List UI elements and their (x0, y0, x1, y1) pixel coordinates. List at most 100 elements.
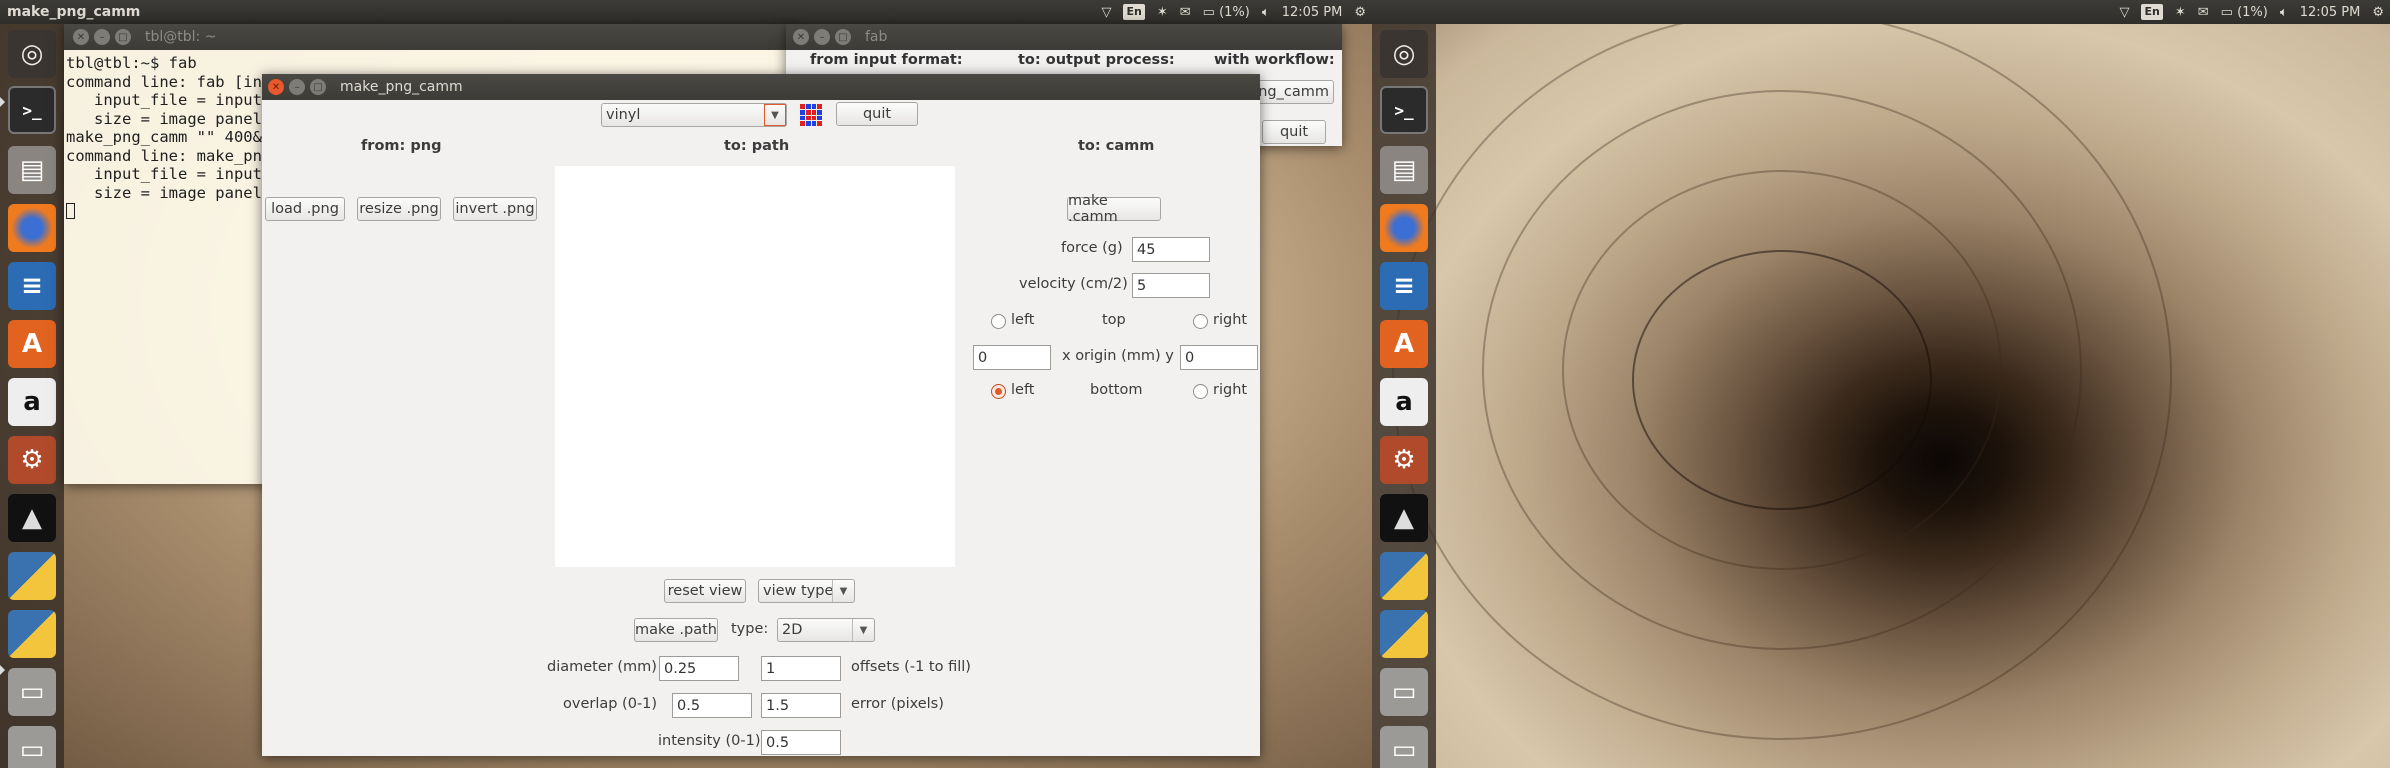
minimize-icon[interactable]: – (94, 29, 110, 45)
python-icon[interactable] (1380, 552, 1428, 600)
top-left-radio[interactable] (991, 314, 1006, 329)
invert-png-button[interactable]: invert .png (453, 197, 537, 221)
mail-icon[interactable]: ✉ (2198, 5, 2209, 20)
error-input[interactable]: 1.5 (761, 693, 841, 718)
wifi-icon[interactable]: ▽ (1101, 5, 1111, 20)
diameter-input[interactable]: 0.25 (659, 656, 739, 681)
python-icon[interactable] (8, 610, 56, 658)
keyboard-indicator[interactable]: En (1123, 4, 1145, 20)
terminal-titlebar[interactable]: ✕ – □ tbl@tbl: ~ (64, 24, 794, 50)
inkscape-icon[interactable]: ▲ (1380, 494, 1428, 542)
make-path-button[interactable]: make .path (634, 618, 718, 642)
clock[interactable]: 12:05 PM (1282, 5, 1343, 20)
top-right-radio[interactable] (1193, 314, 1208, 329)
force-input[interactable]: 45 (1132, 237, 1210, 262)
material-select[interactable]: vinyl ▼ (601, 103, 787, 127)
software-center-icon[interactable]: A (8, 320, 56, 368)
bottom-label: bottom (1090, 382, 1143, 398)
fab-titlebar[interactable]: ✕ – □ fab (786, 24, 1342, 50)
to-output-process-label: to: output process: (1018, 52, 1175, 68)
terminal-title: tbl@tbl: ~ (145, 29, 217, 45)
bottom-left-radio[interactable] (991, 384, 1006, 399)
maximize-icon[interactable]: □ (835, 29, 851, 45)
y-origin-input[interactable]: 0 (1180, 345, 1258, 370)
chevron-down-icon[interactable]: ▼ (852, 619, 874, 641)
running-indicator (0, 97, 5, 107)
firefox-icon[interactable] (8, 204, 56, 252)
inkscape-icon[interactable]: ▲ (8, 494, 56, 542)
drive-icon[interactable]: ▭ (1380, 726, 1428, 768)
desktop-wallpaper-right (1372, 0, 2390, 768)
firefox-icon[interactable] (1380, 204, 1428, 252)
mail-icon[interactable]: ✉ (1180, 5, 1191, 20)
overlap-label: overlap (0-1) (563, 696, 658, 712)
top-label: top (1102, 312, 1126, 328)
bluetooth-icon[interactable]: ✶ (2175, 5, 2186, 20)
volume-icon[interactable]: 🔈︎ (2280, 5, 2288, 20)
terminal-icon[interactable]: >_ (8, 86, 56, 134)
amazon-icon[interactable]: a (1380, 378, 1428, 426)
python-icon[interactable] (8, 552, 56, 600)
path-preview-canvas[interactable] (555, 166, 955, 567)
settings-icon[interactable]: ⚙ (1380, 436, 1428, 484)
keyboard-indicator[interactable]: En (2141, 4, 2163, 20)
battery-indicator[interactable]: ▭ (1%) (1203, 5, 1250, 20)
wifi-icon[interactable]: ▽ (2119, 5, 2129, 20)
close-icon[interactable]: ✕ (268, 79, 284, 95)
fab-quit-button[interactable]: quit (1262, 120, 1326, 144)
battery-icon: ▭ (2220, 4, 2233, 20)
reset-view-button[interactable]: reset view (664, 579, 746, 603)
grid-color-icon[interactable] (800, 104, 822, 126)
intensity-input[interactable]: 0.5 (761, 730, 841, 755)
type-label: type: (731, 621, 769, 637)
terminal-icon[interactable]: >_ (1380, 86, 1428, 134)
battery-indicator[interactable]: ▭ (1%) (2221, 5, 2268, 20)
python-icon[interactable] (1380, 610, 1428, 658)
view-type-select[interactable]: view type ▼ (758, 579, 855, 603)
make-camm-button[interactable]: make .camm (1067, 193, 1161, 225)
dash-icon[interactable]: ◎ (8, 30, 56, 78)
drive-icon[interactable]: ▭ (8, 726, 56, 768)
maximize-icon[interactable]: □ (310, 79, 326, 95)
minimize-icon[interactable]: – (289, 79, 305, 95)
chevron-down-icon[interactable]: ▼ (764, 104, 786, 126)
drive-icon[interactable]: ▭ (8, 668, 56, 716)
path-type-select[interactable]: 2D ▼ (777, 618, 875, 642)
velocity-input[interactable]: 5 (1132, 273, 1210, 298)
load-png-button[interactable]: load .png (265, 197, 345, 221)
velocity-label: velocity (cm/2) (1019, 276, 1128, 292)
gear-icon[interactable]: ⚙ (1354, 5, 1366, 20)
files-icon[interactable]: ▤ (1380, 146, 1428, 194)
main-titlebar[interactable]: ✕ – □ make_png_camm (262, 74, 1260, 100)
quit-button[interactable]: quit (836, 102, 918, 126)
close-icon[interactable]: ✕ (73, 29, 89, 45)
make-png-camm-window[interactable]: ✕ – □ make_png_camm vinyl ▼ quit from: p… (262, 74, 1260, 756)
x-origin-input[interactable]: 0 (973, 345, 1051, 370)
software-center-icon[interactable]: A (1380, 320, 1428, 368)
top-panel-left: make_png_camm ▽ En ✶ ✉ ▭ (1%) 🔈︎ 12:05 P… (0, 0, 1372, 24)
overlap-input[interactable]: 0.5 (672, 693, 752, 718)
bluetooth-icon[interactable]: ✶ (1157, 5, 1168, 20)
clock[interactable]: 12:05 PM (2300, 5, 2361, 20)
battery-percent: (1%) (2237, 4, 2268, 20)
settings-icon[interactable]: ⚙ (8, 436, 56, 484)
path-type-value: 2D (782, 622, 803, 638)
material-value: vinyl (606, 107, 641, 123)
volume-icon[interactable]: 🔈︎ (1262, 5, 1270, 20)
chevron-down-icon[interactable]: ▼ (832, 580, 854, 602)
gear-icon[interactable]: ⚙ (2372, 5, 2384, 20)
with-workflow-label: with workflow: (1214, 52, 1335, 68)
writer-icon[interactable]: ≡ (1380, 262, 1428, 310)
maximize-icon[interactable]: □ (115, 29, 131, 45)
dash-icon[interactable]: ◎ (1380, 30, 1428, 78)
files-icon[interactable]: ▤ (8, 146, 56, 194)
writer-icon[interactable]: ≡ (8, 262, 56, 310)
bottom-left-label: left (1011, 382, 1035, 398)
close-icon[interactable]: ✕ (793, 29, 809, 45)
bottom-right-radio[interactable] (1193, 384, 1208, 399)
minimize-icon[interactable]: – (814, 29, 830, 45)
drive-icon[interactable]: ▭ (1380, 668, 1428, 716)
resize-png-button[interactable]: resize .png (357, 197, 441, 221)
amazon-icon[interactable]: a (8, 378, 56, 426)
offsets-input[interactable]: 1 (761, 656, 841, 681)
